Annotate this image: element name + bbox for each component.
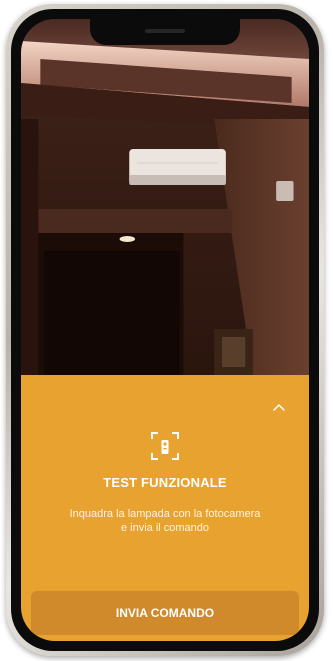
send-command-button[interactable]: INVIA COMANDO [31,591,299,635]
panel-title: TEST FUNZIONALE [103,475,227,490]
description-line-2: e invia il comando [120,522,210,534]
remote-scan-icon [151,432,179,460]
description-line-1: Inquadra la lampada con la fotocamera [69,508,261,520]
bottom-panel: TEST FUNZIONALE Inquadra la lampada con … [21,375,309,641]
notch [90,19,240,45]
phone-frame: TEST FUNZIONALE Inquadra la lampada con … [6,4,324,656]
chevron-up-icon[interactable] [271,399,287,415]
camera-viewfinder [21,19,309,375]
phone-bezel: TEST FUNZIONALE Inquadra la lampada con … [11,9,319,651]
app-screen: TEST FUNZIONALE Inquadra la lampada con … [21,19,309,641]
panel-description: Inquadra la lampada con la fotocamera e … [41,507,289,535]
air-conditioner [129,149,226,185]
speaker-grille [145,29,185,33]
